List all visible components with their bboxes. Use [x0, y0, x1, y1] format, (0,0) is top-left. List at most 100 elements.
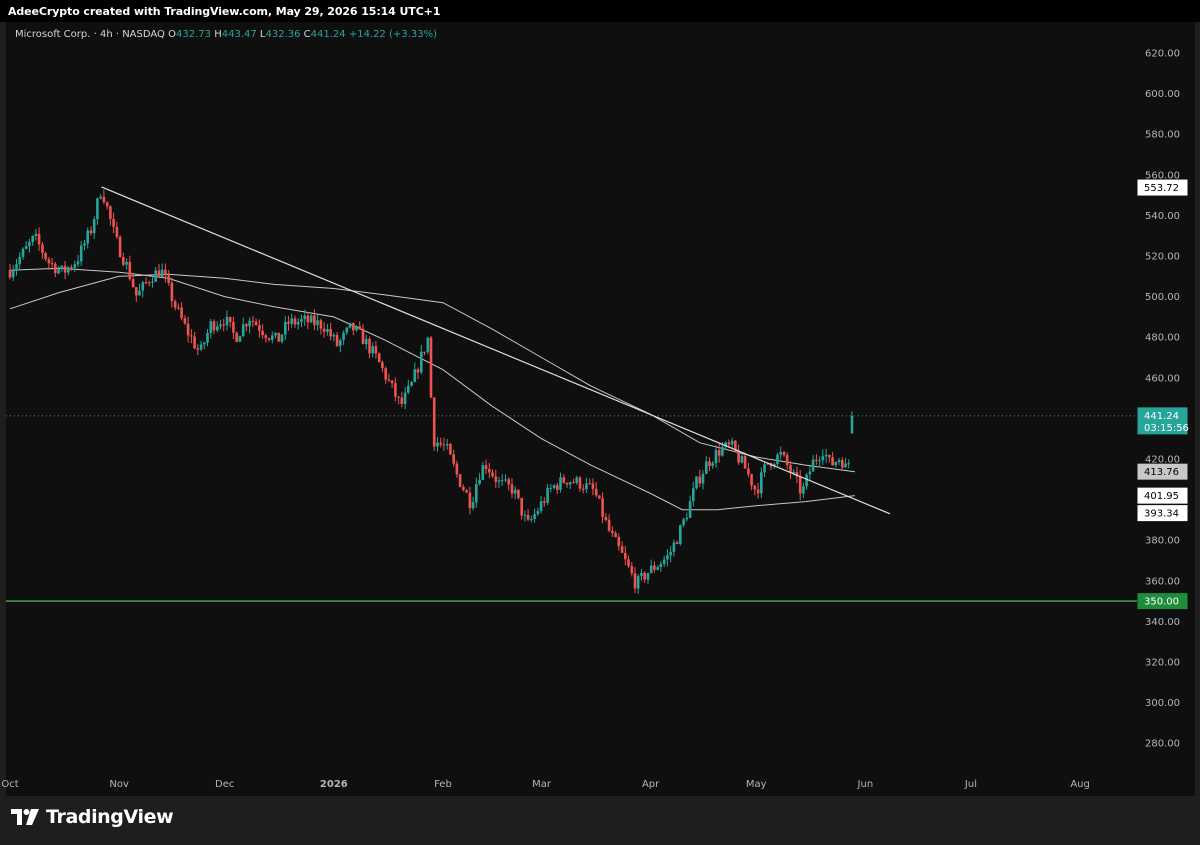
candle-body [640, 572, 643, 577]
candle-body [102, 196, 106, 203]
candle-body [138, 290, 141, 296]
trendline [101, 186, 891, 515]
candle-body [232, 321, 235, 333]
candle-body [510, 484, 514, 494]
candle-body [416, 369, 420, 373]
candle-body [413, 369, 417, 382]
candle-body [89, 230, 93, 234]
candle-body [118, 236, 122, 258]
candle-body [682, 519, 685, 526]
candle-body [24, 246, 28, 249]
candle-body [277, 332, 281, 342]
candle-body [167, 275, 170, 283]
candle-body [306, 315, 310, 323]
candle-body [109, 206, 112, 219]
x-tick-label: Apr [642, 779, 660, 790]
candle-body [128, 262, 132, 280]
candle-body [148, 282, 151, 284]
candle-body [614, 533, 617, 538]
candle-body [779, 452, 782, 455]
candle-body [669, 551, 672, 556]
candle-body [125, 262, 128, 265]
candle-body [345, 327, 349, 333]
y-tick-label: 360.00 [1145, 576, 1180, 587]
price-chart[interactable]: 620.00600.00580.00560.00540.00520.00500.… [0, 0, 1200, 845]
moving-average-fast [9, 267, 855, 511]
open-value: 432.73 [176, 29, 211, 40]
candle-body [478, 479, 481, 484]
candle-body [313, 315, 316, 326]
close-value: 441.24 [310, 29, 346, 40]
candle-body [70, 267, 73, 269]
candle-body [594, 488, 598, 496]
candle-body [303, 315, 306, 320]
price-tag-label: 393.34 [1144, 509, 1179, 520]
candle-body [57, 269, 60, 274]
candle-body [494, 476, 498, 482]
candle-body [186, 323, 190, 336]
candle-body [420, 351, 423, 373]
candle-body [403, 392, 407, 404]
candle-body [436, 442, 439, 447]
candle-body [727, 442, 731, 445]
candle-body [212, 321, 216, 331]
candle-body [293, 318, 297, 325]
candle-body [397, 396, 400, 398]
candle-body [222, 324, 225, 326]
y-tick-label: 340.00 [1145, 617, 1180, 628]
y-tick-label: 620.00 [1145, 49, 1180, 60]
brand-name: TradingView [46, 806, 174, 828]
candle-body [287, 321, 290, 324]
candle-body [28, 242, 31, 247]
candle-body [329, 329, 332, 337]
candle-body [355, 326, 358, 331]
candle-body [407, 385, 410, 393]
candle-body [76, 261, 80, 265]
high-label: H [214, 29, 222, 40]
candle-body [449, 444, 452, 455]
candle-body [763, 464, 766, 473]
candle-body [811, 459, 815, 472]
tradingview-brand[interactable]: TradingView [10, 806, 174, 828]
candle-body [290, 318, 293, 324]
x-tick-label: 2026 [320, 779, 348, 790]
candle-body [15, 264, 18, 271]
candle-body [513, 489, 517, 494]
candle-body [374, 346, 378, 354]
y-tick-label: 380.00 [1145, 536, 1180, 547]
candle-body [37, 233, 41, 245]
candle-body [743, 456, 747, 469]
candle-body [400, 397, 404, 404]
candle-body [342, 332, 345, 341]
candle-body [575, 477, 578, 483]
candle-body [432, 397, 436, 447]
candle-body [488, 468, 491, 473]
candle-body [802, 486, 805, 494]
candle-body [562, 477, 566, 483]
candle-body [552, 485, 556, 488]
candle-body [339, 340, 342, 346]
candle-body [692, 488, 695, 502]
candle-body [679, 525, 682, 544]
candle-body [41, 244, 44, 253]
candle-body [649, 565, 653, 573]
candle-body [708, 461, 711, 466]
candle-body [248, 320, 251, 327]
x-tick-label: May [746, 779, 767, 790]
candle-body [245, 324, 248, 327]
candle-body [131, 279, 135, 288]
candle-body [190, 335, 193, 337]
candle-body [368, 338, 371, 354]
candle-body [358, 326, 361, 329]
candle-body [364, 338, 368, 345]
candle-body [782, 452, 786, 456]
candle-body [666, 555, 669, 560]
candle-body [241, 324, 245, 336]
candle-body [135, 287, 138, 296]
candle-body [484, 465, 488, 469]
candle-body [445, 444, 449, 446]
candle-body [837, 460, 841, 462]
candle-body [465, 490, 468, 493]
y-tick-label: 460.00 [1145, 373, 1180, 384]
y-tick-label: 520.00 [1145, 252, 1180, 263]
